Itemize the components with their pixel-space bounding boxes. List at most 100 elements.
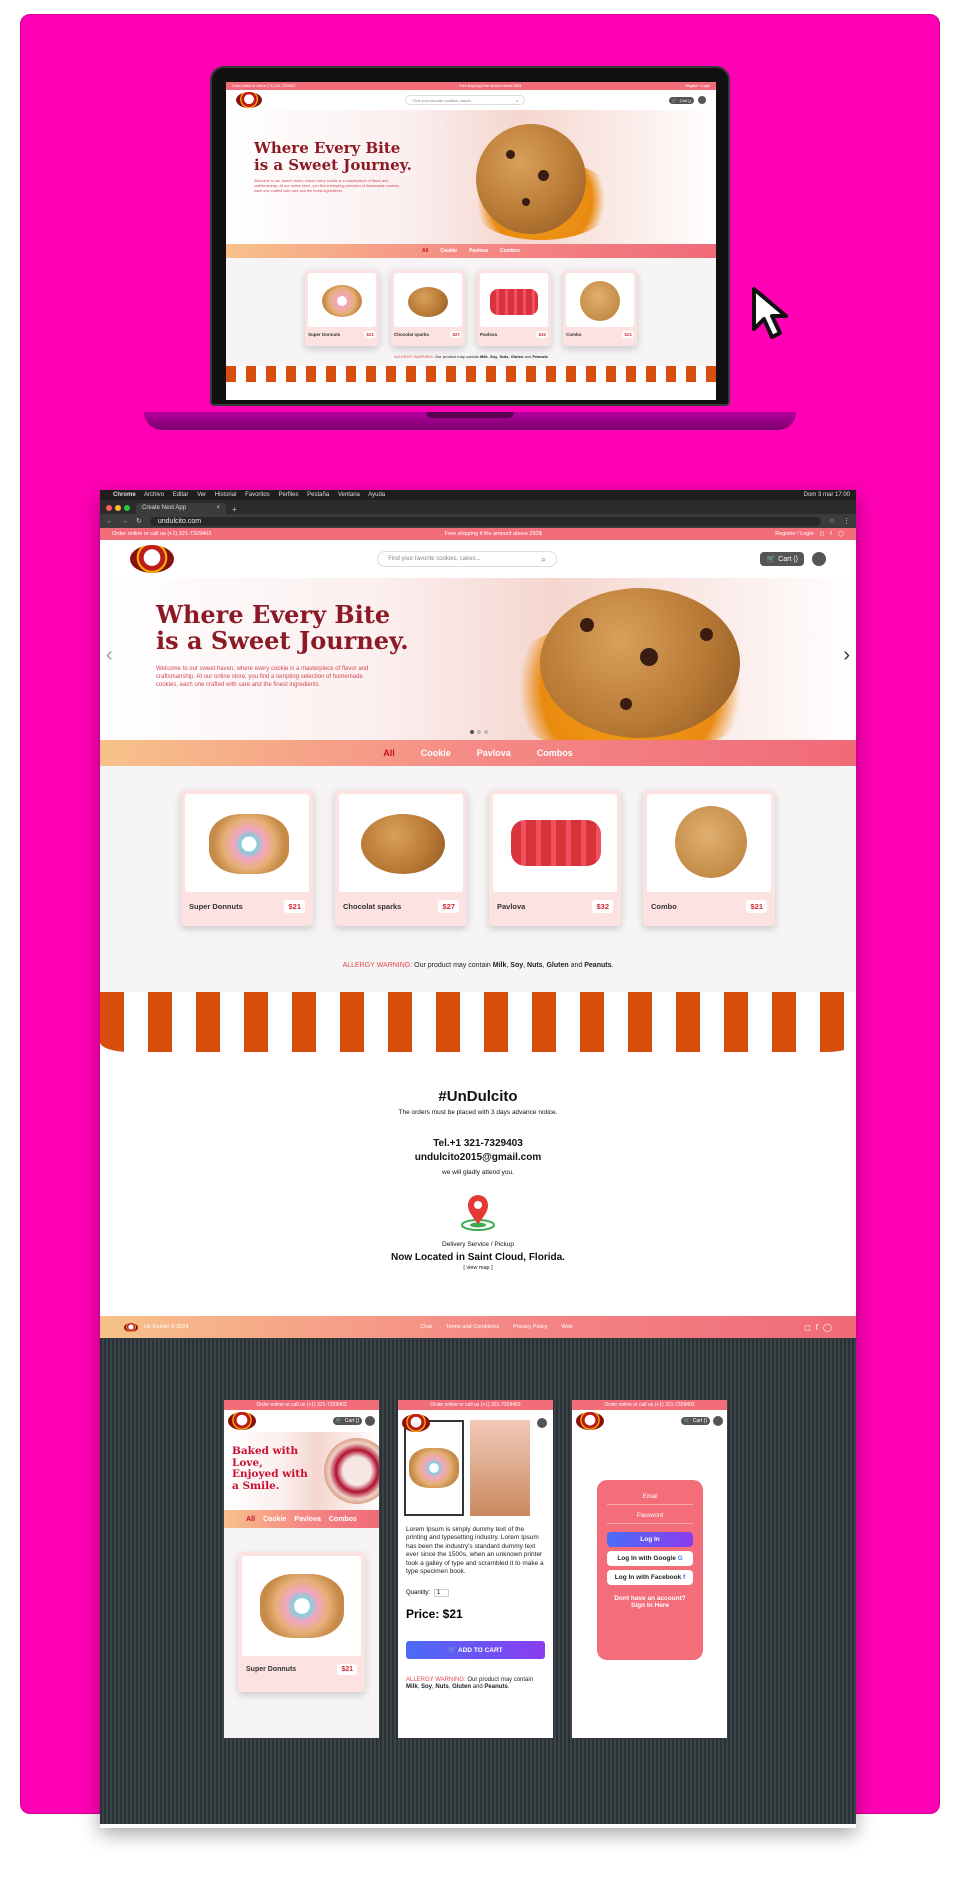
laptop-topbar-right[interactable]: Register / Login xyxy=(685,84,710,88)
mobile-tab-cookie[interactable]: Cookie xyxy=(263,1516,286,1523)
cart-icon: 🛒 xyxy=(448,1646,458,1654)
pavlova-photo xyxy=(511,820,601,866)
search-icon[interactable]: ⌕ xyxy=(541,554,546,565)
product-card[interactable]: ♡ Chocolat sparks$27 xyxy=(335,790,467,926)
user-icon[interactable] xyxy=(365,1416,375,1426)
footer-link-privacy[interactable]: Privacy Policy xyxy=(513,1324,547,1330)
menu-ventana[interactable]: Ventana xyxy=(338,492,360,498)
user-icon[interactable] xyxy=(812,552,826,566)
tab-all[interactable]: All xyxy=(383,748,395,758)
menu-perfiles[interactable]: Perfiles xyxy=(278,492,298,498)
laptop-tab-all[interactable]: All xyxy=(422,248,428,254)
footer-link-terms[interactable]: Terms and Conditions xyxy=(446,1324,499,1330)
new-tab-icon[interactable]: + xyxy=(232,505,237,514)
footer-link-web[interactable]: Web xyxy=(561,1324,572,1330)
laptop-tab-combos[interactable]: Combos xyxy=(500,248,520,254)
laptop-search-input[interactable]: Find your favorite cookies, cakes... ⌕ xyxy=(405,95,526,105)
search-icon[interactable]: ⌕ xyxy=(516,98,518,103)
maximize-dot[interactable] xyxy=(124,505,130,511)
login-button[interactable]: Log In xyxy=(607,1532,693,1547)
laptop-product-card[interactable]: Super Donnuts $21 xyxy=(305,270,379,346)
laptop-cart-button[interactable]: 🛒 Cart () xyxy=(668,96,694,104)
menu-favoritos[interactable]: Favoritos xyxy=(245,492,270,498)
mobile-tab-all[interactable]: All xyxy=(246,1516,255,1523)
mobile-cart-button[interactable]: 🛒 Cart () xyxy=(332,1417,362,1425)
carousel-prev-icon[interactable]: ‹ xyxy=(106,644,113,667)
mobile-tab-pavlova[interactable]: Pavlova xyxy=(294,1516,320,1523)
menu-ver[interactable]: Ver xyxy=(197,492,206,498)
category-bar: All Cookie Pavlova Combos xyxy=(100,740,856,766)
product-card[interactable]: ♡ Super Donnuts$21 xyxy=(181,790,313,926)
logo[interactable] xyxy=(576,1412,604,1430)
user-icon[interactable] xyxy=(713,1416,723,1426)
instagram-icon[interactable]: ◻ xyxy=(820,531,825,537)
address-bar[interactable]: undulcito.com xyxy=(149,516,821,526)
menu-dots-icon[interactable]: ⋮ xyxy=(843,517,850,525)
product-card[interactable]: ♡ Combo$21 xyxy=(643,790,775,926)
tab-combos[interactable]: Combos xyxy=(537,748,573,758)
whatsapp-icon[interactable]: ◯ xyxy=(838,531,844,537)
footer-link-chat[interactable]: Chat xyxy=(420,1324,432,1330)
footer-logo[interactable] xyxy=(124,1322,138,1332)
product-grid: ♡ Super Donnuts$21 ♡ Chocolat sparks$27 … xyxy=(100,766,856,952)
logo[interactable] xyxy=(236,92,262,108)
laptop-product-card[interactable]: Combo $21 xyxy=(563,270,637,346)
laptop-product-card[interactable]: Pavlova $32 xyxy=(477,270,551,346)
close-dot[interactable] xyxy=(106,505,112,511)
menu-editar[interactable]: Editar xyxy=(173,492,189,498)
laptop-notch xyxy=(426,412,514,418)
email-text[interactable]: undulcito2015@gmail.com xyxy=(100,1152,856,1163)
product-meta: Super Donnuts $21 xyxy=(242,1664,361,1675)
quantity-input[interactable]: 1 xyxy=(434,1588,450,1597)
phone-text[interactable]: Tel.+1 321-7329403 xyxy=(100,1138,856,1149)
menu-pestana[interactable]: Pestaña xyxy=(307,492,329,498)
browser-tab[interactable]: Create Next App × xyxy=(136,503,226,514)
product-card[interactable]: ♡ Pavlova$32 xyxy=(489,790,621,926)
logo[interactable] xyxy=(402,1414,430,1432)
product-card[interactable]: ♡ Super Donnuts$21 xyxy=(238,1552,365,1692)
login-google-button[interactable]: Log In with Google G xyxy=(607,1551,693,1566)
tab-pavlova[interactable]: Pavlova xyxy=(477,748,511,758)
register-login-link[interactable]: Register / Login xyxy=(775,531,814,537)
carousel-next-icon[interactable]: › xyxy=(843,644,850,667)
carousel-dot[interactable] xyxy=(477,730,481,734)
reload-icon[interactable]: ↻ xyxy=(136,517,142,525)
instagram-icon[interactable]: ◻ xyxy=(804,1323,811,1332)
cart-button[interactable]: 🛒 Cart () xyxy=(760,552,804,566)
menu-chrome[interactable]: Chrome xyxy=(113,492,136,498)
email-field[interactable]: Email xyxy=(607,1492,693,1505)
password-field[interactable]: Password xyxy=(607,1511,693,1524)
laptop-product-card[interactable]: Chocolat sparks $27 xyxy=(391,270,465,346)
header-actions: 🛒 Cart () xyxy=(760,552,826,566)
facebook-icon[interactable]: f xyxy=(816,1323,818,1332)
login-facebook-button[interactable]: Log In with Facebook f xyxy=(607,1570,693,1585)
close-icon[interactable]: × xyxy=(216,505,220,512)
user-icon[interactable] xyxy=(697,96,706,104)
view-map-link[interactable]: [ view map ] xyxy=(100,1265,856,1271)
carousel-dot[interactable] xyxy=(470,730,474,734)
logo[interactable] xyxy=(130,545,174,573)
facebook-icon[interactable]: f xyxy=(830,531,832,537)
menu-ayuda[interactable]: Ayuda xyxy=(368,492,385,498)
forward-icon[interactable]: → xyxy=(121,518,128,525)
menu-historial[interactable]: Historial xyxy=(215,492,237,498)
signup-link[interactable]: Dont have an account? Sign In Here xyxy=(607,1595,693,1609)
star-icon[interactable]: ☆ xyxy=(829,517,835,525)
user-icon[interactable] xyxy=(537,1418,547,1428)
logo[interactable] xyxy=(228,1412,256,1430)
gallery-thumb-active[interactable] xyxy=(404,1420,464,1516)
add-to-cart-button[interactable]: 🛒 ADD TO CART xyxy=(406,1640,545,1659)
cookie-photo xyxy=(408,287,448,317)
gallery-thumb[interactable] xyxy=(470,1420,530,1516)
mobile-tab-combos[interactable]: Combos xyxy=(329,1516,357,1523)
carousel-dot[interactable] xyxy=(484,730,488,734)
search-input[interactable]: Find your favorite cookies, cakes... ⌕ xyxy=(377,551,558,567)
tab-cookie[interactable]: Cookie xyxy=(421,748,451,758)
menu-archivo[interactable]: Archivo xyxy=(144,492,164,498)
mobile-cart-button[interactable]: 🛒 Cart () xyxy=(680,1417,710,1425)
laptop-tab-cookie[interactable]: Cookie xyxy=(440,248,457,254)
back-icon[interactable]: ← xyxy=(106,518,113,525)
whatsapp-icon[interactable]: ◯ xyxy=(823,1323,832,1332)
minimize-dot[interactable] xyxy=(115,505,121,511)
laptop-tab-pavlova[interactable]: Pavlova xyxy=(469,248,488,254)
